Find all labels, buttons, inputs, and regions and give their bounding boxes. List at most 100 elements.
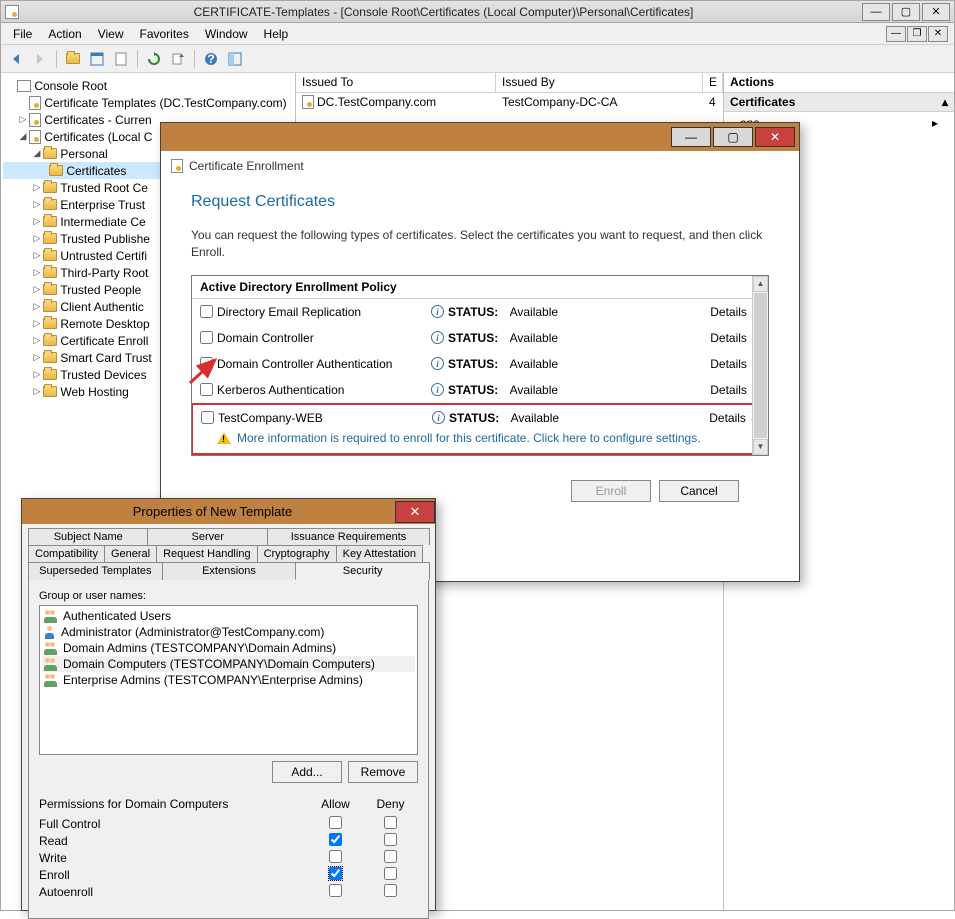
tab-issuance[interactable]: Issuance Requirements <box>267 528 430 545</box>
dialog-minimize-button[interactable]: — <box>671 127 711 147</box>
child-close-button[interactable]: ✕ <box>928 26 948 42</box>
allow-checkbox[interactable] <box>329 833 342 846</box>
tab-cryptography[interactable]: Cryptography <box>257 545 337 562</box>
cancel-button[interactable]: Cancel <box>659 480 739 502</box>
menu-favorites[interactable]: Favorites <box>132 25 197 43</box>
users-icon <box>44 610 59 623</box>
details-toggle[interactable]: Details⌄ <box>637 331 760 345</box>
user-row[interactable]: Domain Computers (TESTCOMPANY\Domain Com… <box>42 656 415 672</box>
cert-row[interactable]: Domain Controller STATUS: Available Deta… <box>192 325 768 351</box>
cert-row[interactable]: Kerberos Authentication STATUS: Availabl… <box>192 377 768 403</box>
more-info-link[interactable]: More information is required to enroll f… <box>237 431 701 445</box>
scroll-thumb[interactable] <box>754 293 767 438</box>
deny-checkbox[interactable] <box>384 867 397 880</box>
cert-row[interactable]: TestCompany-WEB STATUS: Available Detail… <box>193 405 767 431</box>
export-button[interactable] <box>167 48 189 70</box>
refresh-button[interactable] <box>143 48 165 70</box>
user-row[interactable]: Enterprise Admins (TESTCOMPANY\Enterpris… <box>42 672 415 688</box>
enroll-button[interactable]: Enroll <box>571 480 651 502</box>
deny-checkbox[interactable] <box>384 816 397 829</box>
col-e[interactable]: E <box>703 73 723 92</box>
chevron-right-icon: ▸ <box>932 116 938 130</box>
tree-console-root[interactable]: Console Root <box>3 77 293 94</box>
list-row[interactable]: DC.TestCompany.com TestCompany-DC-CA 4 <box>296 93 723 111</box>
tab-security[interactable]: Security <box>295 562 430 580</box>
help-button[interactable]: ? <box>200 48 222 70</box>
tab-superseded[interactable]: Superseded Templates <box>28 562 163 580</box>
allow-checkbox[interactable] <box>329 867 342 880</box>
users-list[interactable]: Authenticated Users Administrator (Admin… <box>39 605 418 755</box>
menu-file[interactable]: File <box>5 25 40 43</box>
enrollment-titlebar[interactable]: — ▢ ✕ <box>161 123 799 151</box>
tab-server[interactable]: Server <box>147 528 267 545</box>
up-button[interactable] <box>62 48 84 70</box>
tab-extensions[interactable]: Extensions <box>162 562 297 580</box>
back-button[interactable] <box>5 48 27 70</box>
dialog-maximize-button[interactable]: ▢ <box>713 127 753 147</box>
add-button[interactable]: Add... <box>272 761 342 783</box>
tree-cert-templates[interactable]: Certificate Templates (DC.TestCompany.co… <box>3 94 293 111</box>
tab-subject-name[interactable]: Subject Name <box>28 528 148 545</box>
deny-checkbox[interactable] <box>384 884 397 897</box>
cert-checkbox[interactable] <box>201 411 214 424</box>
window-title: CERTIFICATE-Templates - [Console Root\Ce… <box>25 5 862 19</box>
allow-checkbox[interactable] <box>329 884 342 897</box>
minimize-button[interactable]: — <box>862 3 890 21</box>
allow-checkbox[interactable] <box>329 850 342 863</box>
menu-action[interactable]: Action <box>40 25 89 43</box>
user-row[interactable]: Domain Admins (TESTCOMPANY\Domain Admins… <box>42 640 415 656</box>
perm-row: Full Control <box>39 815 418 832</box>
cert-highlighted: TestCompany-WEB STATUS: Available Detail… <box>192 403 768 455</box>
allow-checkbox[interactable] <box>329 816 342 829</box>
details-toggle[interactable]: Details⌄ <box>637 357 760 371</box>
deny-checkbox[interactable] <box>384 850 397 863</box>
menu-window[interactable]: Window <box>197 25 256 43</box>
show-hide-tree-button[interactable] <box>86 48 108 70</box>
scroll-up-button[interactable]: ▲ <box>753 276 768 292</box>
cert-icon <box>171 159 183 173</box>
scroll-down-button[interactable]: ▼ <box>753 439 768 455</box>
tab-key-attestation[interactable]: Key Attestation <box>336 545 423 562</box>
menu-help[interactable]: Help <box>256 25 297 43</box>
cert-checkbox[interactable] <box>200 383 213 396</box>
list-header: Issued To Issued By E <box>296 73 723 93</box>
cert-checkbox[interactable] <box>200 331 213 344</box>
details-toggle[interactable]: Details⌄ <box>637 305 760 319</box>
enrollment-subtitle: Certificate Enrollment <box>161 151 799 181</box>
cert-icon <box>302 95 314 109</box>
cert-row[interactable]: Domain Controller Authentication STATUS:… <box>192 351 768 377</box>
menubar: File Action View Favorites Window Help —… <box>1 23 954 45</box>
child-restore-button[interactable]: ❐ <box>907 26 927 42</box>
col-issued-by[interactable]: Issued By <box>496 73 703 92</box>
dialog-close-button[interactable]: ✕ <box>755 127 795 147</box>
cert-checkbox[interactable] <box>200 305 213 318</box>
cert-list: Directory Email Replication STATUS: Avai… <box>192 299 768 455</box>
cert-row[interactable]: Directory Email Replication STATUS: Avai… <box>192 299 768 325</box>
options-button[interactable] <box>224 48 246 70</box>
remove-button[interactable]: Remove <box>348 761 418 783</box>
more-info-row: More information is required to enroll f… <box>193 431 767 447</box>
details-toggle[interactable]: Details⌄ <box>637 383 760 397</box>
details-toggle[interactable]: Details⌄ <box>638 411 759 425</box>
deny-checkbox[interactable] <box>384 833 397 846</box>
menu-view[interactable]: View <box>90 25 132 43</box>
close-button[interactable]: ✕ <box>922 3 950 21</box>
properties-close-button[interactable]: ✕ <box>395 501 435 523</box>
export-list-button[interactable] <box>110 48 132 70</box>
policy-box: Active Directory Enrollment Policy Direc… <box>191 275 769 456</box>
child-minimize-button[interactable]: — <box>886 26 906 42</box>
tab-request-handling[interactable]: Request Handling <box>156 545 257 562</box>
cert-checkbox[interactable] <box>200 357 213 370</box>
user-icon <box>44 626 57 639</box>
col-issued-to[interactable]: Issued To <box>296 73 496 92</box>
forward-button[interactable] <box>29 48 51 70</box>
main-titlebar: CERTIFICATE-Templates - [Console Root\Ce… <box>1 1 954 23</box>
actions-subheader[interactable]: Certificates▴ <box>724 93 954 112</box>
maximize-button[interactable]: ▢ <box>892 3 920 21</box>
tab-compatibility[interactable]: Compatibility <box>28 545 105 562</box>
properties-titlebar[interactable]: Properties of New Template ✕ <box>22 499 435 524</box>
scrollbar[interactable]: ▲ ▼ <box>752 276 768 455</box>
user-row[interactable]: Authenticated Users <box>42 608 415 624</box>
user-row[interactable]: Administrator (Administrator@TestCompany… <box>42 624 415 640</box>
tab-general[interactable]: General <box>104 545 157 562</box>
